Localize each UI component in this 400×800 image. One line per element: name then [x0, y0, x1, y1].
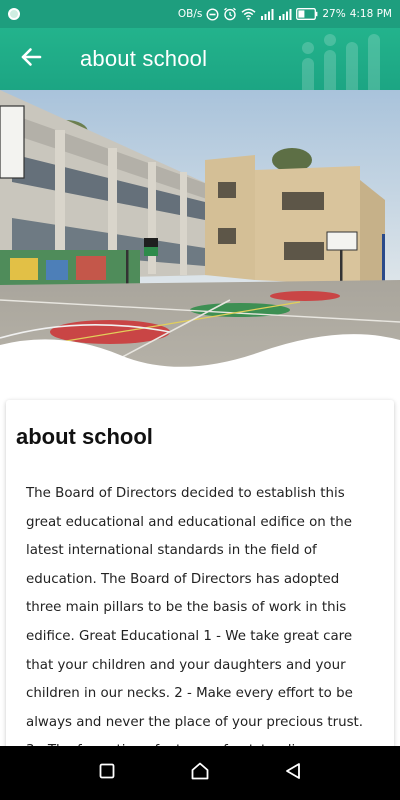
recent-apps-button[interactable] — [87, 753, 127, 793]
system-nav-bar — [0, 746, 400, 800]
back-button[interactable] — [0, 28, 62, 90]
signal-icon — [278, 8, 292, 20]
back-triangle-icon — [284, 762, 302, 784]
status-right: OB/s 27% 4:18 PM — [178, 7, 392, 21]
hero-school-photo — [0, 90, 400, 390]
battery-icon — [296, 8, 318, 20]
card-title: about school — [16, 424, 153, 449]
signal-icon — [260, 8, 274, 20]
battery-percent: 27% — [322, 8, 346, 20]
network-speed: OB/s — [177, 8, 203, 20]
wifi-icon — [241, 8, 256, 20]
app-bar: about school — [0, 28, 400, 90]
status-bar: OB/s 27% 4:18 PM — [0, 0, 400, 28]
card-body-text: The Board of Directors decided to establ… — [26, 486, 364, 758]
appbar-decoration — [284, 28, 394, 90]
home-button[interactable] — [180, 753, 220, 793]
page-title: about school — [80, 46, 208, 71]
notification-dot-icon — [8, 8, 20, 20]
school-building-courtyard-photo — [0, 90, 400, 390]
alarm-icon — [223, 7, 237, 21]
recent-apps-icon — [99, 763, 115, 783]
dnd-icon — [206, 7, 219, 21]
home-icon — [190, 761, 210, 785]
clock: 4:18 PM — [349, 8, 392, 20]
about-card: about school The Board of Directors deci… — [6, 400, 394, 760]
arrow-left-icon — [20, 46, 42, 72]
system-back-button[interactable] — [273, 753, 313, 793]
status-left — [8, 8, 20, 20]
